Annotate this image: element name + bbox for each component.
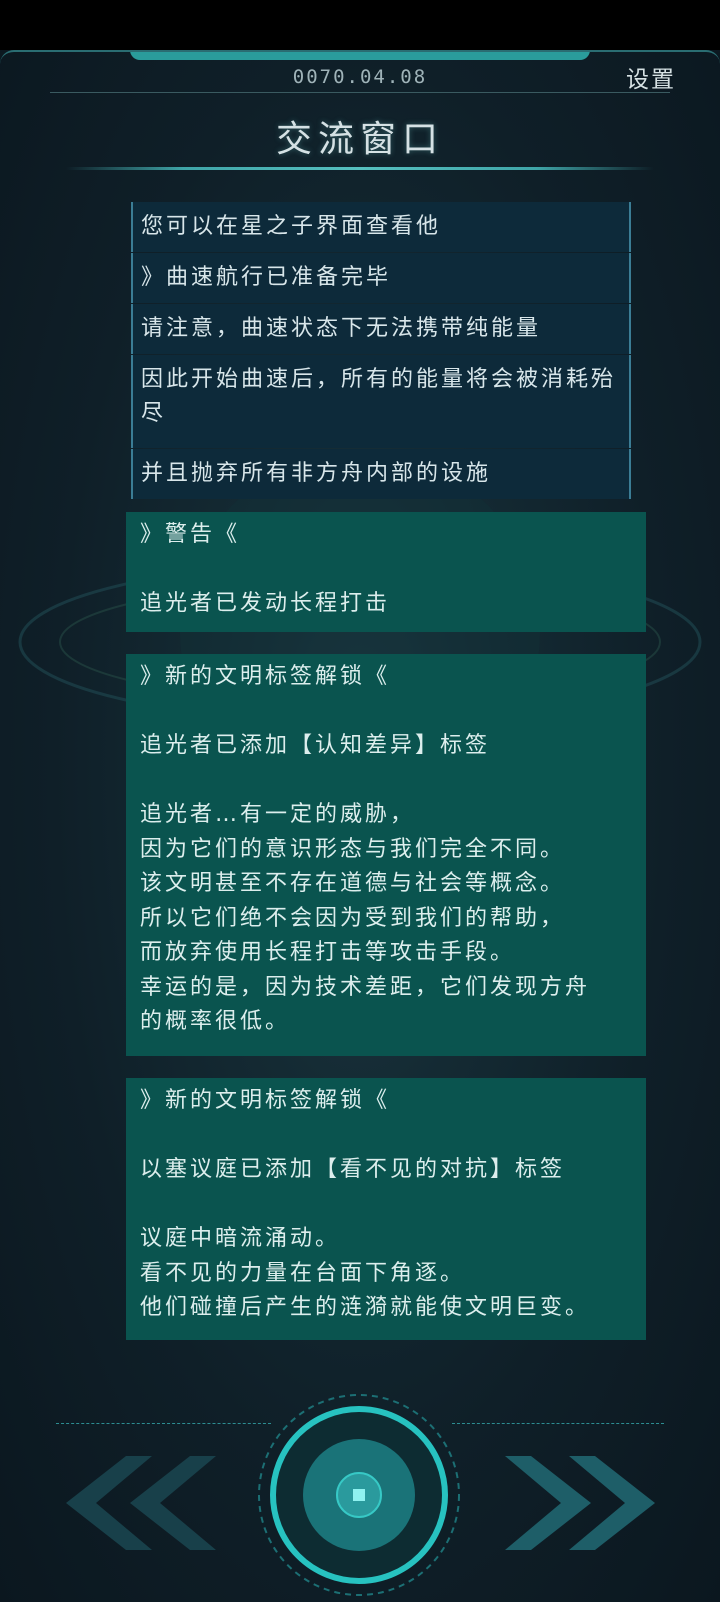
civilization-tag-card: 》新的文明标签解锁《 以塞议庭已添加【看不见的对抗】标签 议庭中暗流涌动。 看不…: [126, 1078, 646, 1340]
card-line: 幸运的是，因为技术差距，它们发现方舟: [140, 974, 591, 1000]
status-bar: [0, 0, 720, 50]
card-line: [140, 764, 640, 799]
bottom-divider-left: [56, 1423, 271, 1424]
double-chevron-left-icon[interactable]: [66, 1448, 216, 1558]
civilization-tag-card: 》新的文明标签解锁《 追光者已添加【认知差异】标签 追光者…有一定的威胁， 因为…: [126, 654, 646, 1056]
card-line: 看不见的力量在台面下角逐。: [140, 1260, 466, 1286]
double-chevron-right-icon[interactable]: [505, 1448, 655, 1558]
card-line: 》新的文明标签解锁《: [140, 1088, 391, 1113]
message-item: 请注意，曲速状态下无法携带纯能量: [131, 304, 631, 354]
card-line: 而放弃使用长程打击等攻击手段。: [140, 940, 516, 965]
title-divider: [66, 167, 654, 170]
card-line: 追光者已发动长程打击: [140, 591, 391, 616]
card-line: 追光者已添加【认知差异】标签: [140, 733, 491, 758]
card-line: [140, 553, 640, 588]
message-item: 》曲速航行已准备完毕: [131, 253, 631, 303]
settings-button[interactable]: 设置: [626, 60, 676, 94]
card-line: [140, 1188, 640, 1223]
date-divider: [50, 92, 670, 93]
page-title: 交流窗口: [275, 119, 444, 160]
target-button-icon[interactable]: [254, 1390, 464, 1600]
card-line: 》新的文明标签解锁《: [140, 664, 391, 689]
card-line: 因为它们的意识形态与我们完全不同。: [140, 836, 566, 862]
message-text: 并且抛弃所有非方舟内部的设施: [141, 461, 492, 486]
card-line: 该文明甚至不存在道德与社会等概念。: [140, 871, 566, 896]
card-line: 追光者…有一定的威胁，: [140, 802, 416, 827]
card-line: [140, 695, 640, 730]
card-line: [140, 1119, 640, 1154]
card-line: 的概率很低。: [140, 1009, 291, 1034]
panel-top-accent: [130, 52, 590, 60]
bottom-divider-right: [452, 1423, 664, 1424]
card-line: 议庭中暗流涌动。: [140, 1226, 341, 1251]
message-item: 您可以在星之子界面查看他: [131, 202, 631, 252]
message-item: 并且抛弃所有非方舟内部的设施: [131, 449, 631, 499]
message-text: 请注意，曲速状态下无法携带纯能量: [141, 316, 542, 341]
message-text: 因此开始曲速后，所有的能量将会被消耗殆尽: [141, 367, 617, 426]
card-line: 所以它们绝不会因为受到我们的帮助，: [140, 905, 566, 931]
date-display: 0070.04.08: [292, 66, 428, 88]
message-text: 》曲速航行已准备完毕: [141, 265, 392, 290]
warning-card: 》警告《 追光者已发动长程打击: [126, 512, 646, 632]
message-text: 您可以在星之子界面查看他: [141, 214, 442, 239]
card-line: 》警告《: [140, 522, 241, 547]
message-item: 因此开始曲速后，所有的能量将会被消耗殆尽: [131, 355, 631, 448]
card-line: 他们碰撞后产生的涟漪就能使文明巨变。: [140, 1295, 591, 1320]
card-line: 以塞议庭已添加【看不见的对抗】标签: [140, 1157, 566, 1182]
